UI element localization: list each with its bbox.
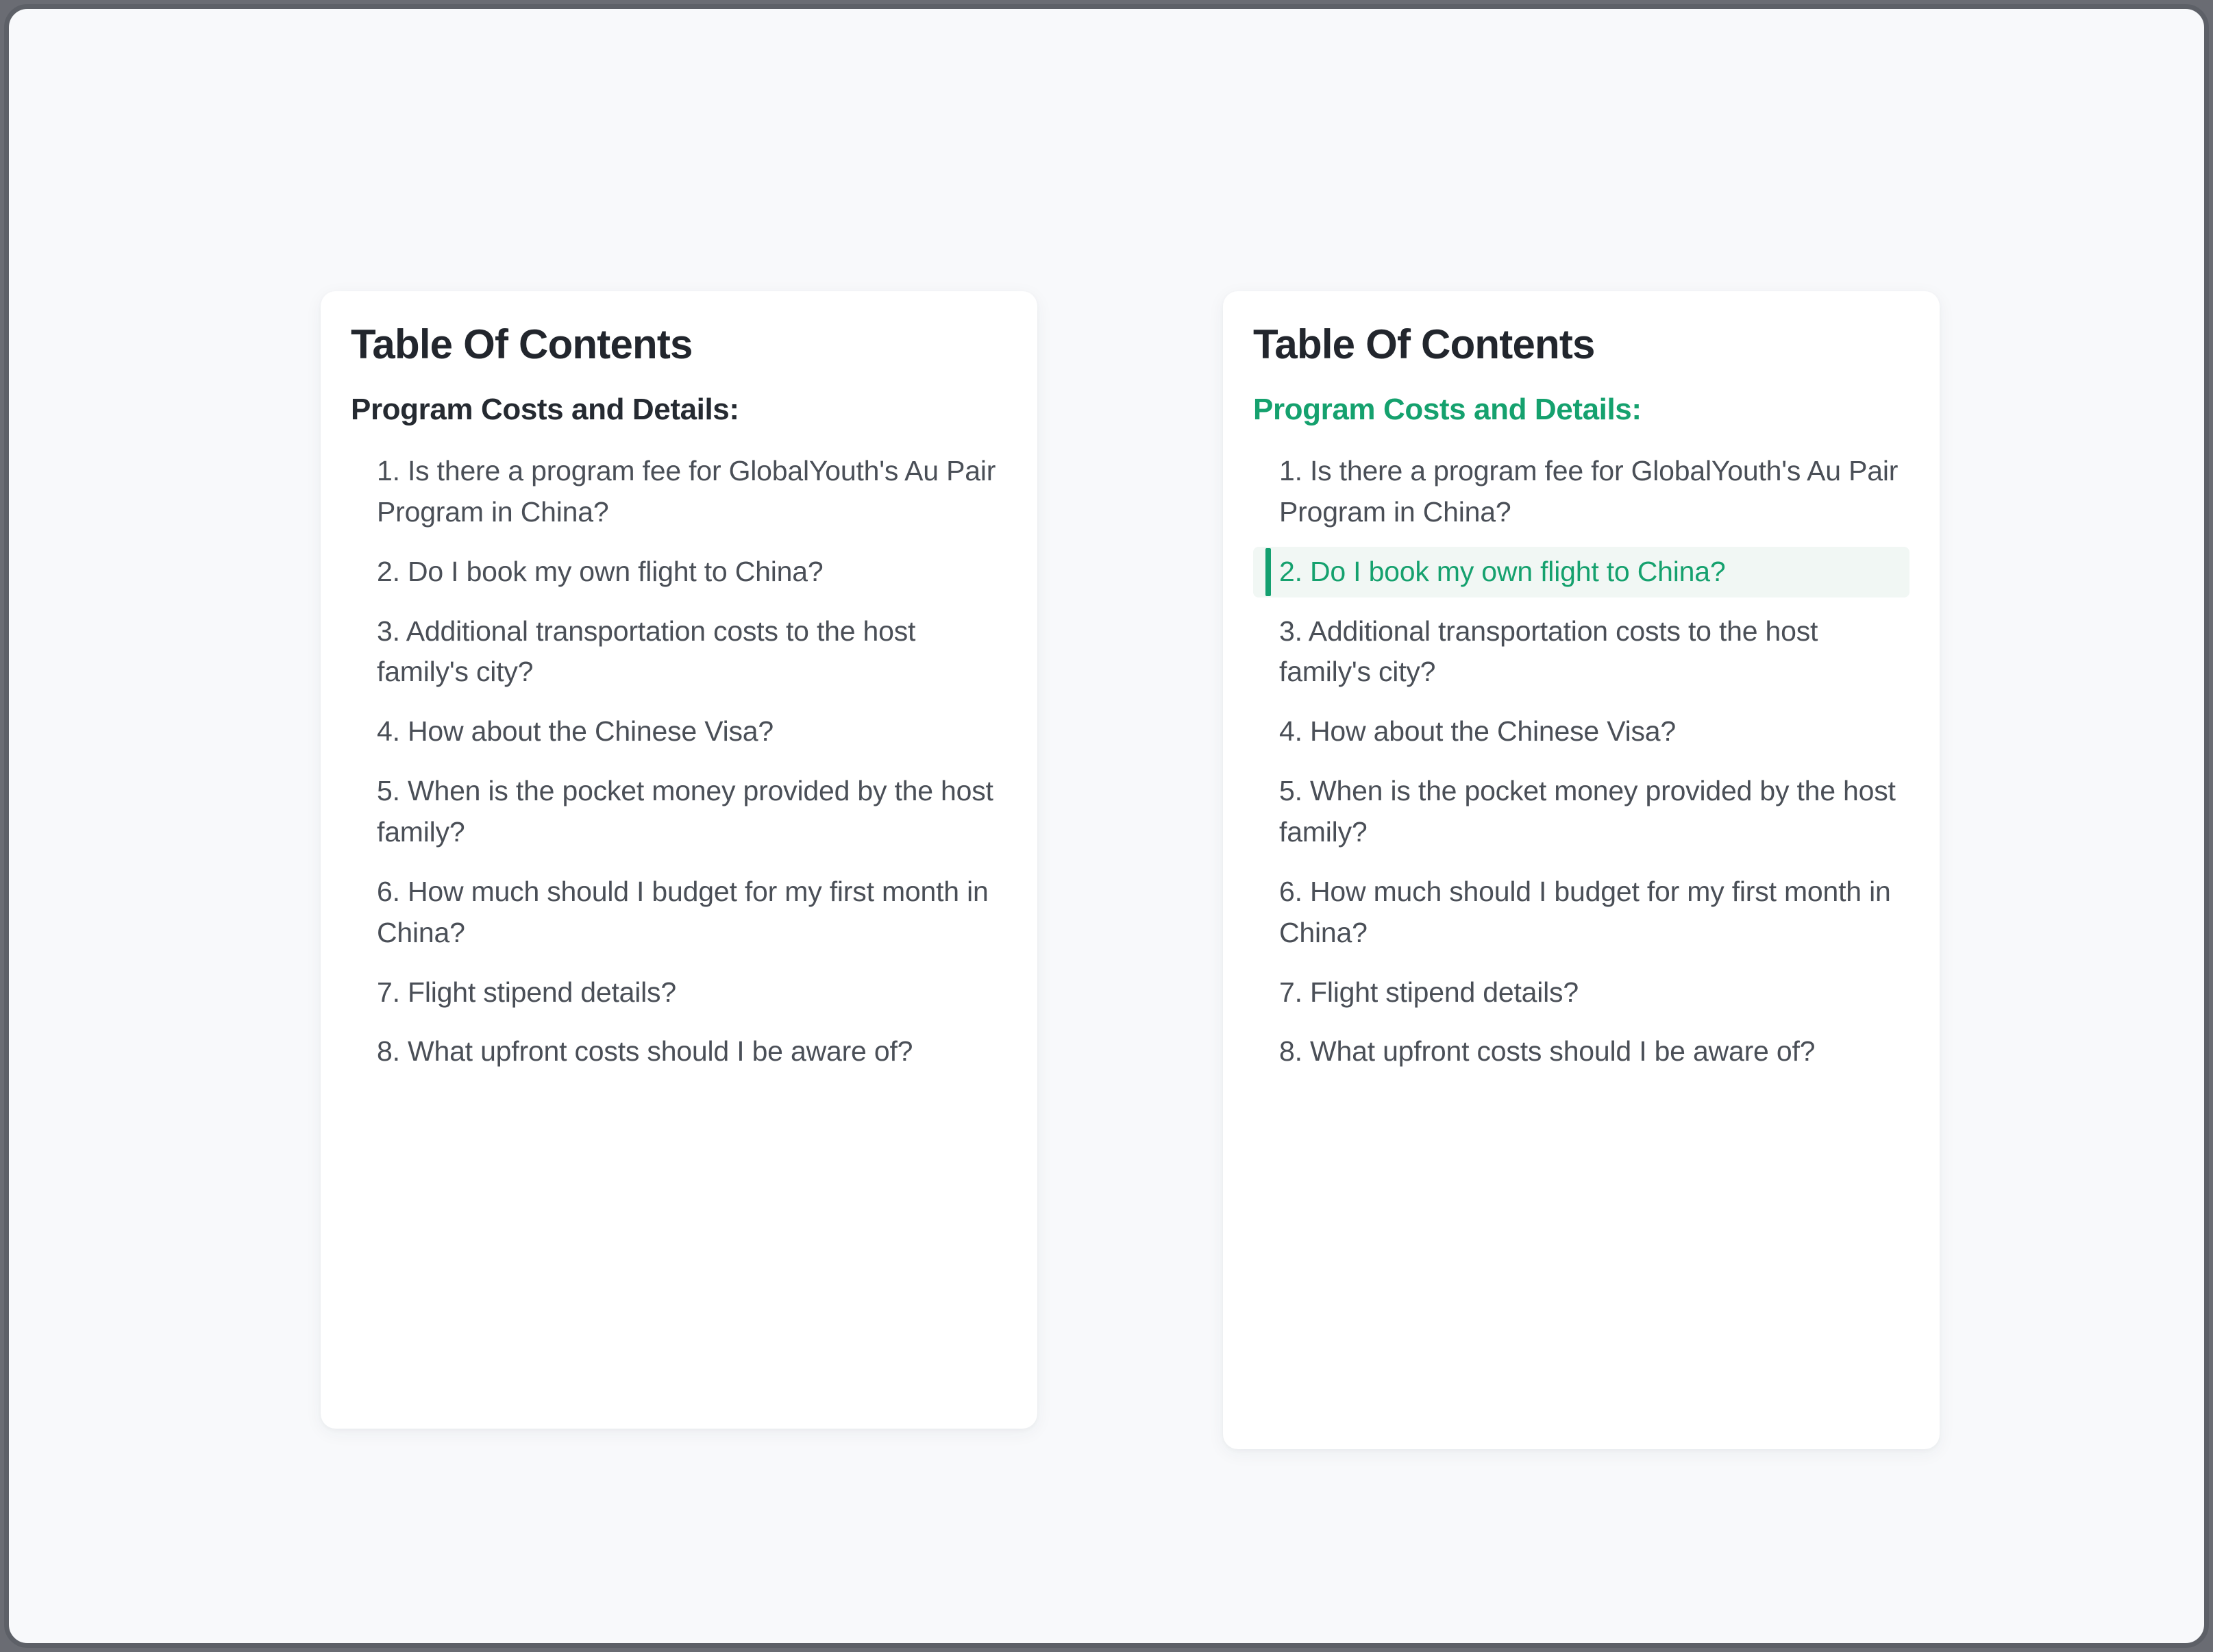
app-window-frame: Table Of Contents Program Costs and Deta… — [4, 4, 2209, 1648]
list-item[interactable]: 8. What upfront costs should I be aware … — [1253, 1026, 1909, 1077]
list-item-label: 7. Flight stipend details? — [377, 976, 676, 1008]
toc-card-plain: Table Of Contents Program Costs and Deta… — [321, 291, 1037, 1429]
list-item-label: 3. Additional transportation costs to th… — [1279, 615, 1818, 688]
content-stage: Table Of Contents Program Costs and Deta… — [9, 9, 2204, 1643]
list-item[interactable]: 4. How about the Chinese Visa? — [351, 706, 1007, 757]
list-item[interactable]: 5. When is the pocket money provided by … — [351, 766, 1007, 858]
list-item[interactable]: 2. Do I book my own flight to China? — [351, 547, 1007, 597]
list-item-active[interactable]: 2. Do I book my own flight to China? — [1253, 546, 1909, 597]
active-indicator-bar — [1265, 547, 1271, 596]
list-item-label: 6. How much should I budget for my first… — [1279, 875, 1891, 948]
list-item[interactable]: 3. Additional transportation costs to th… — [351, 606, 1007, 698]
list-item[interactable]: 1. Is there a program fee for GlobalYout… — [351, 446, 1007, 538]
list-item[interactable]: 6. How much should I budget for my first… — [351, 867, 1007, 959]
list-item-label: 6. How much should I budget for my first… — [377, 875, 989, 948]
list-item-label: 8. What upfront costs should I be aware … — [377, 1035, 913, 1068]
list-item[interactable]: 1. Is there a program fee for GlobalYout… — [1253, 446, 1909, 538]
list-item-label: 1. Is there a program fee for GlobalYout… — [1279, 454, 1899, 528]
section-heading: Program Costs and Details: — [1253, 393, 1642, 427]
list-item-label: 4. How about the Chinese Visa? — [1279, 715, 1677, 748]
list-item-label: 5. When is the pocket money provided by … — [1279, 775, 1896, 848]
list-item-label: 2. Do I book my own flight to China? — [377, 555, 824, 587]
list-item-label: 8. What upfront costs should I be aware … — [1279, 1035, 1816, 1068]
list-item-label: 4. How about the Chinese Visa? — [377, 715, 774, 748]
list-item-label: 3. Additional transportation costs to th… — [377, 615, 916, 688]
list-item[interactable]: 3. Additional transportation costs to th… — [1253, 606, 1909, 698]
toc-list: 1. Is there a program fee for GlobalYout… — [1253, 446, 1909, 1077]
page-title: Table Of Contents — [351, 321, 693, 367]
list-item[interactable]: 5. When is the pocket money provided by … — [1253, 766, 1909, 858]
toc-card-highlighted: Table Of Contents Program Costs and Deta… — [1223, 291, 1940, 1449]
list-item[interactable]: 7. Flight stipend details? — [351, 967, 1007, 1018]
list-item[interactable]: 7. Flight stipend details? — [1253, 967, 1909, 1018]
list-item-label: 5. When is the pocket money provided by … — [377, 775, 993, 848]
toc-list: 1. Is there a program fee for GlobalYout… — [351, 446, 1007, 1077]
list-item-label: 7. Flight stipend details? — [1279, 976, 1579, 1008]
list-item-label: 2. Do I book my own flight to China? — [1279, 555, 1726, 587]
page-title: Table Of Contents — [1253, 321, 1595, 367]
list-item[interactable]: 4. How about the Chinese Visa? — [1253, 706, 1909, 757]
section-heading: Program Costs and Details: — [351, 393, 739, 427]
list-item[interactable]: 6. How much should I budget for my first… — [1253, 867, 1909, 959]
list-item[interactable]: 8. What upfront costs should I be aware … — [351, 1026, 1007, 1077]
list-item-label: 1. Is there a program fee for GlobalYout… — [377, 454, 996, 528]
